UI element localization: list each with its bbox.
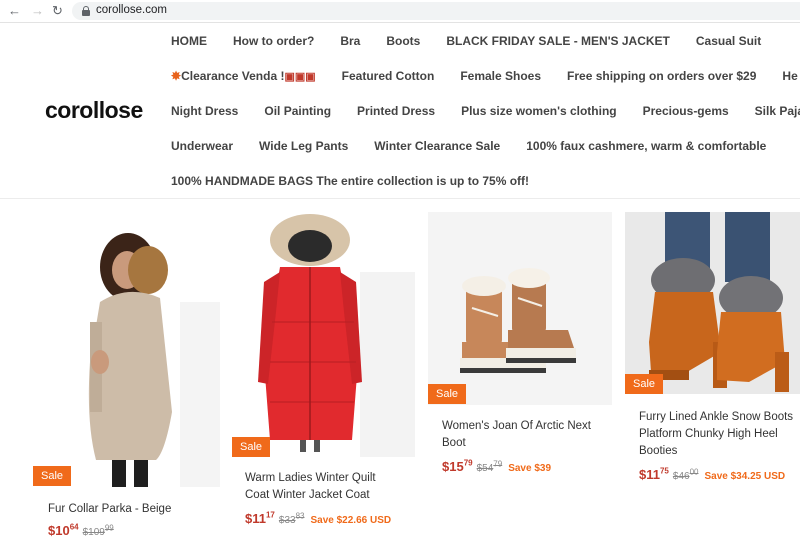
- product-card[interactable]: Sale Furry Lined Ankle Snow Boots Platfo…: [625, 212, 800, 533]
- product-prices: $1117 $3383 Save $22.66 USD: [245, 510, 391, 528]
- nav-item-he[interactable]: He: [782, 69, 797, 83]
- current-price: $1579: [442, 458, 473, 474]
- url-text: corollose.com: [96, 4, 167, 16]
- savings-text: Save $39: [508, 463, 552, 474]
- nav-item-casual-suit[interactable]: Casual Suit: [696, 34, 761, 48]
- nav-item-night-dress[interactable]: Night Dress: [171, 104, 238, 118]
- product-card[interactable]: Sale Warm Ladies Winter Quilt Coat Winte…: [230, 212, 415, 533]
- nav-item-silk-pajama[interactable]: Silk Pajam: [755, 104, 800, 118]
- product-title[interactable]: Furry Lined Ankle Snow Boots Platform Ch…: [639, 409, 799, 460]
- forward-arrow-icon[interactable]: →: [31, 3, 44, 19]
- nav-item-printed-dress[interactable]: Printed Dress: [357, 104, 435, 118]
- nav-row-1: HOME How to order? Bra Boots BLACK FRIDAY SA…: [171, 34, 787, 54]
- nav-item-female-shoes[interactable]: Female Shoes: [460, 69, 541, 83]
- product-prices: $1064 $10999: [48, 522, 114, 540]
- savings-text: Save $22.66 USD: [310, 515, 392, 526]
- original-price: $3383: [278, 511, 305, 526]
- product-image[interactable]: [428, 212, 612, 405]
- nav-item-winter-clearance[interactable]: Winter Clearance Sale: [374, 139, 500, 153]
- nav-item-bra[interactable]: Bra: [340, 34, 360, 48]
- nav-item-clearance-label: Clearance Venda !: [181, 69, 285, 83]
- nav-row-2: ✸Clearance Venda !▣▣▣ Featured Cotton Fema…: [171, 69, 800, 89]
- nav-item-home[interactable]: HOME: [171, 34, 207, 48]
- nav-item-underwear[interactable]: Underwear: [171, 139, 233, 153]
- product-prices: $1175 $4600 Save $34.25 USD: [639, 466, 785, 484]
- sale-badge: Sale: [428, 384, 467, 404]
- nav-item-clearance-venda[interactable]: ✸Clearance Venda !▣▣▣: [171, 69, 316, 83]
- lock-icon: [82, 6, 90, 16]
- sale-badge: Sale: [33, 466, 72, 486]
- site-header: corollose HOME How to order? Bra Boots BLACK…: [0, 23, 800, 199]
- address-bar[interactable]: corollose.com: [72, 2, 800, 20]
- sale-badge: Sale: [232, 437, 271, 457]
- current-price: $1117: [245, 510, 275, 526]
- reload-icon[interactable]: ↻: [52, 3, 63, 19]
- explosion-icon: ✸: [171, 69, 182, 83]
- site-logo[interactable]: corollose: [45, 97, 143, 124]
- nav-item-featured-cotton[interactable]: Featured Cotton: [342, 69, 435, 83]
- product-prices: $1579 $5479 Save $39: [442, 458, 551, 476]
- nav-row-3: Night Dress Oil Painting Printed Dress Plus…: [171, 104, 800, 124]
- nav-row-4: Underwear Wide Leg Pants Winter Clearance …: [171, 139, 792, 159]
- sale-badge: Sale: [625, 374, 664, 394]
- product-card[interactable]: Sale Women's Joan Of Arctic Next Boot $1…: [428, 212, 612, 533]
- nav-item-handmade-bags[interactable]: 100% HANDMADE BAGS The entire collection…: [171, 174, 529, 188]
- product-image[interactable]: [230, 212, 415, 457]
- browser-toolbar: ← → ↻ corollose.com: [0, 0, 800, 23]
- nav-item-boots[interactable]: Boots: [386, 34, 420, 48]
- original-price: $4600: [672, 467, 699, 482]
- nav-row-5: 100% HANDMADE BAGS The entire collection…: [171, 174, 555, 194]
- nav-item-free-shipping[interactable]: Free shipping on orders over $29: [567, 69, 756, 83]
- product-image[interactable]: [625, 212, 800, 394]
- savings-text: Save $34.25 USD: [704, 471, 786, 482]
- product-card[interactable]: Sale Fur Collar Parka - Beige $1064 $1099…: [30, 212, 220, 538]
- product-title[interactable]: Women's Joan Of Arctic Next Boot: [442, 418, 602, 452]
- nav-item-plus-size[interactable]: Plus size women's clothing: [461, 104, 617, 118]
- nav-item-black-friday[interactable]: BLACK FRIDAY SALE - MEN'S JACKET: [446, 34, 670, 48]
- back-arrow-icon[interactable]: ←: [8, 3, 21, 19]
- nav-item-faux-cashmere[interactable]: 100% faux cashmere, warm & comfortable: [526, 139, 766, 153]
- current-price: $1175: [639, 466, 669, 482]
- product-title[interactable]: Fur Collar Parka - Beige: [48, 501, 218, 518]
- product-title[interactable]: Warm Ladies Winter Quilt Coat Winter Jac…: [245, 470, 395, 504]
- gift-icon: ▣▣▣: [284, 71, 316, 83]
- nav-item-precious-gems[interactable]: Precious-gems: [643, 104, 729, 118]
- original-price: $5479: [476, 459, 503, 474]
- nav-item-oil-painting[interactable]: Oil Painting: [264, 104, 331, 118]
- nav-item-how-to-order[interactable]: How to order?: [233, 34, 314, 48]
- nav-item-wide-leg-pants[interactable]: Wide Leg Pants: [259, 139, 348, 153]
- product-image[interactable]: [30, 212, 220, 487]
- current-price: $1064: [48, 522, 79, 538]
